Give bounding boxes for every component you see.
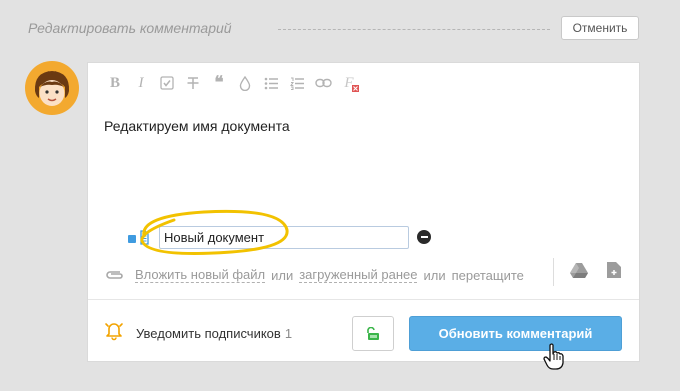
hand-pointer-icon	[543, 343, 564, 370]
privacy-toggle-button[interactable]	[352, 316, 394, 351]
upload-divider	[553, 258, 554, 286]
highlight-annotation	[140, 209, 289, 255]
italic-icon[interactable]: I	[130, 74, 152, 92]
paperclip-icon	[105, 269, 127, 281]
checkbox-icon[interactable]	[156, 74, 178, 92]
or-text-2: или	[423, 267, 446, 283]
formatting-toolbar: B I ❝ F	[104, 73, 364, 92]
color-drop-icon[interactable]	[234, 74, 256, 92]
subscriber-count: 1	[284, 326, 293, 341]
drag-hint-text: перетащите	[451, 267, 524, 283]
or-text: или	[271, 267, 294, 283]
quote-icon[interactable]: ❝	[208, 73, 230, 92]
add-file-icon[interactable]	[606, 261, 622, 279]
edit-comment-title: Редактировать комментарий	[28, 20, 232, 36]
google-drive-icon[interactable]	[570, 262, 588, 278]
uploaded-before-link[interactable]: загруженный ранее	[299, 267, 418, 283]
notify-label: Уведомить подписчиков	[136, 326, 281, 341]
cancel-button[interactable]: Отменить	[561, 16, 639, 40]
upload-row: Вложить новый файл или загруженный ранее…	[105, 265, 550, 285]
unlock-icon	[367, 326, 379, 340]
notify-subscribers[interactable]: Уведомить подписчиков 1	[136, 326, 292, 341]
strikethrough-icon[interactable]	[182, 74, 204, 92]
update-comment-button[interactable]: Обновить комментарий	[409, 316, 622, 351]
attach-new-file-link[interactable]: Вложить новый файл	[135, 267, 266, 283]
bullet-list-icon[interactable]	[260, 74, 282, 92]
link-icon[interactable]	[312, 74, 334, 92]
comment-body-text[interactable]: Редактируем имя документа	[104, 118, 290, 134]
header-divider	[278, 29, 550, 30]
footer-divider	[88, 299, 639, 300]
bold-icon[interactable]: B	[104, 74, 126, 92]
avatar[interactable]	[24, 60, 80, 116]
clear-format-icon[interactable]: F	[338, 74, 360, 92]
remove-attachment-button[interactable]	[417, 230, 431, 244]
numbered-list-icon[interactable]	[286, 74, 308, 92]
bell-icon[interactable]	[103, 319, 125, 341]
